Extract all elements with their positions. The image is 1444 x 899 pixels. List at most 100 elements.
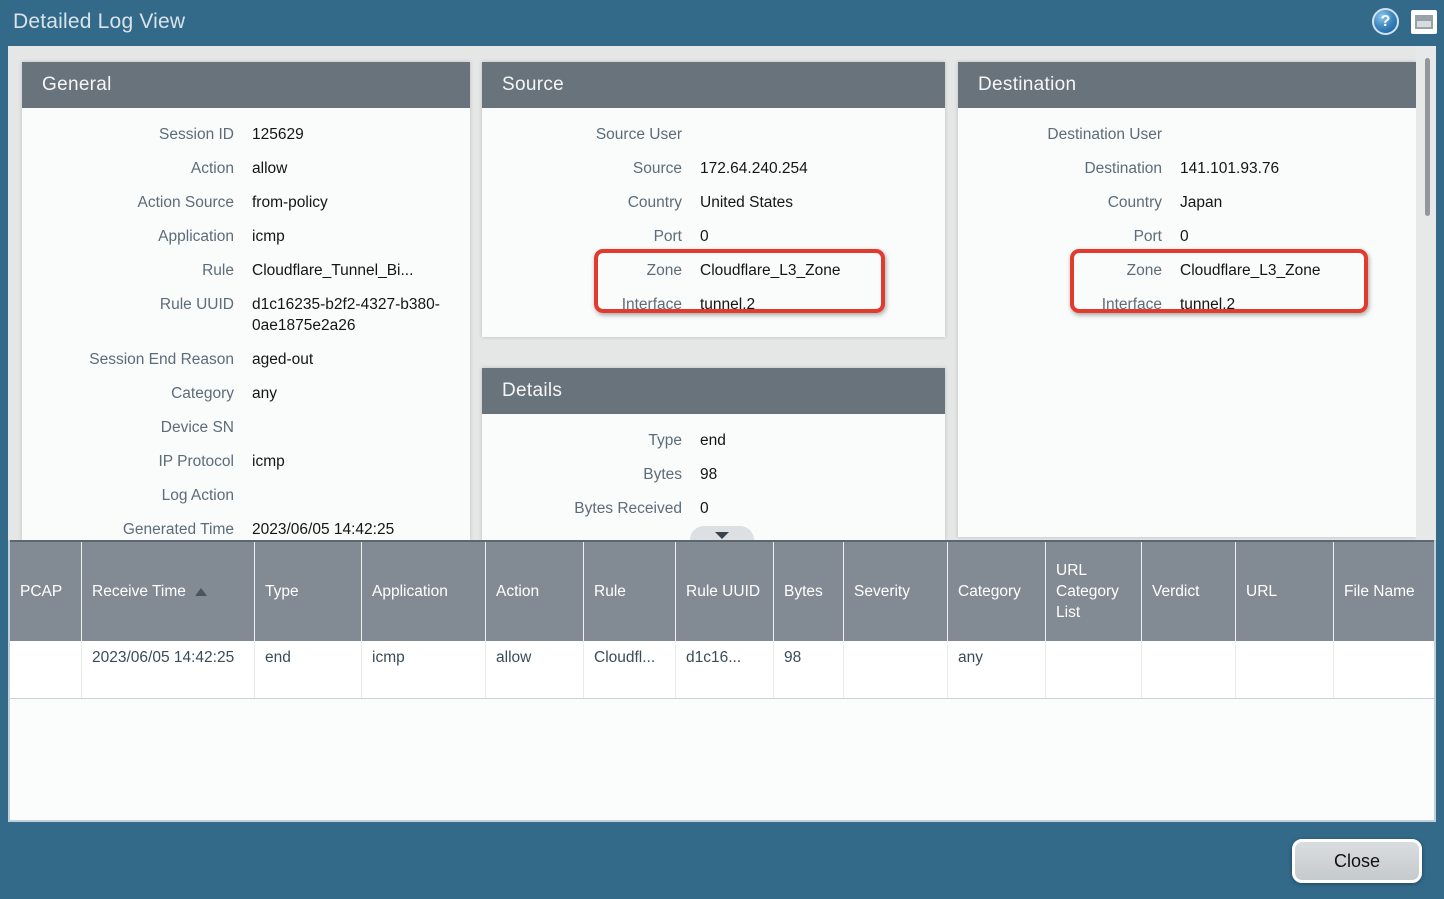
field-label: Action: [22, 158, 234, 179]
column-header-category[interactable]: Category: [948, 542, 1046, 641]
column-header-action[interactable]: Action: [486, 542, 584, 641]
dialog-title: Detailed Log View: [13, 10, 185, 34]
column-header-type[interactable]: Type: [255, 542, 362, 641]
column-header-rule-uuid[interactable]: Rule UUID: [676, 542, 774, 641]
column-header-rule[interactable]: Rule: [584, 542, 676, 641]
field-label: Category: [22, 383, 234, 404]
field-label: Interface: [958, 294, 1162, 315]
field-value: icmp: [252, 226, 454, 247]
details-panel-header: Details: [482, 368, 945, 414]
column-header-verdict[interactable]: Verdict: [1142, 542, 1236, 641]
column-header-application[interactable]: Application: [362, 542, 486, 641]
column-header-url[interactable]: URL: [1236, 542, 1334, 641]
field-value: tunnel.2: [700, 294, 929, 315]
column-header-pcap[interactable]: PCAP: [10, 542, 82, 641]
field-row-generated-time: Generated Time 2023/06/05 14:42:25: [22, 519, 454, 540]
field-value: icmp: [252, 451, 454, 472]
field-value: end: [700, 430, 929, 451]
field-value: Cloudflare_L3_Zone: [1180, 260, 1400, 281]
chevron-down-icon: [715, 532, 729, 539]
column-header-label: Action: [496, 581, 539, 602]
destination-panel-header: Destination: [958, 62, 1416, 108]
field-row-country: CountryUnited States: [482, 192, 929, 213]
source-panel: Source Source UserSource172.64.240.254Co…: [482, 62, 945, 337]
field-row-rule-uuid: Rule UUIDd1c16235-b2f2-4327-b380-0ae1875…: [22, 294, 454, 336]
field-row-device-sn: Device SN: [22, 417, 454, 438]
close-button[interactable]: Close: [1292, 839, 1422, 883]
column-header-bytes[interactable]: Bytes: [774, 542, 844, 641]
table-cell-file-name: [1334, 641, 1436, 698]
field-value: 0: [700, 498, 929, 519]
general-panel-header: General: [22, 62, 470, 108]
field-label: Bytes: [482, 464, 682, 485]
field-label: Type: [482, 430, 682, 451]
field-label: Port: [958, 226, 1162, 247]
field-row-bytes-received: Bytes Received 0: [482, 498, 929, 519]
sort-ascending-icon: [195, 588, 207, 596]
field-row-application: Applicationicmp: [22, 226, 454, 247]
field-label: Port: [482, 226, 682, 247]
field-row-action-source: Action Source from-policy: [22, 192, 454, 213]
restore-window-icon[interactable]: [1411, 10, 1437, 34]
field-label: Source: [482, 158, 682, 179]
field-value: allow: [252, 158, 454, 179]
column-header-label: Bytes: [784, 581, 823, 602]
field-label: Destination User: [958, 124, 1162, 145]
field-value: 141.101.93.76: [1180, 158, 1400, 179]
table-cell-url: [1236, 641, 1334, 698]
panel-collapse-handle[interactable]: [690, 526, 754, 541]
field-value: 0: [700, 226, 929, 247]
field-row-category: Categoryany: [22, 383, 454, 404]
field-label: Country: [958, 192, 1162, 213]
column-header-receive-time[interactable]: Receive Time: [82, 542, 255, 641]
general-panel-body: Session ID 125629 Action allow Action Source…: [22, 108, 470, 540]
field-row-country: Country Japan: [958, 192, 1400, 213]
highlighted-fields-group: ZoneCloudflare_L3_ZoneInterfacetunnel.2: [482, 260, 929, 315]
field-value: [1180, 124, 1400, 145]
field-label: Session End Reason: [22, 349, 234, 370]
field-label: Session ID: [22, 124, 234, 145]
source-panel-header: Source: [482, 62, 945, 108]
scrollbar-thumb[interactable]: [1425, 58, 1430, 216]
column-header-severity[interactable]: Severity: [844, 542, 948, 641]
field-row-source: Source172.64.240.254: [482, 158, 929, 179]
field-row-zone: ZoneCloudflare_L3_Zone: [958, 260, 1400, 281]
field-label: Country: [482, 192, 682, 213]
field-value: 0: [1180, 226, 1400, 247]
column-header-label: Rule UUID: [686, 581, 760, 602]
field-row-log-action: Log Action: [22, 485, 454, 506]
field-row-session-id: Session ID 125629: [22, 124, 454, 145]
column-header-url-category-list[interactable]: URL Category List: [1046, 542, 1142, 641]
field-value: 2023/06/05 14:42:25: [252, 519, 454, 540]
field-value: Cloudflare_Tunnel_Bi...: [252, 260, 454, 281]
help-icon[interactable]: ?: [1372, 8, 1399, 35]
field-label: Log Action: [22, 485, 234, 506]
destination-panel: Destination Destination UserDestination1…: [958, 62, 1416, 537]
column-header-label: Severity: [854, 581, 910, 602]
field-label: Bytes Received: [482, 498, 682, 519]
field-row-port: Port 0: [482, 226, 929, 247]
vertical-scrollbar[interactable]: [1416, 46, 1436, 540]
table-row[interactable]: 2023/06/05 14:42:25endicmpallowCloudfl..…: [10, 641, 1434, 699]
field-value: aged-out: [252, 349, 454, 370]
field-row-zone: ZoneCloudflare_L3_Zone: [482, 260, 929, 281]
table-cell-pcap: [10, 641, 82, 698]
field-row-interface: Interface tunnel.2: [958, 294, 1400, 315]
column-header-label: File Name: [1344, 581, 1415, 602]
field-label: Action Source: [22, 192, 234, 213]
field-value: Japan: [1180, 192, 1400, 213]
column-header-label: PCAP: [20, 581, 62, 602]
field-value: 125629: [252, 124, 454, 145]
column-header-file-name[interactable]: File Name: [1334, 542, 1436, 641]
log-table-header: PCAP Receive TimeTypeApplication Action Rul…: [10, 540, 1434, 641]
log-detail-area: General Session ID 125629 Action allow Actio…: [8, 46, 1436, 540]
field-value: tunnel.2: [1180, 294, 1400, 315]
field-value: [700, 124, 929, 145]
field-value: Cloudflare_L3_Zone: [700, 260, 929, 281]
field-label: Generated Time: [22, 519, 234, 540]
titlebar-actions: ?: [1372, 8, 1437, 35]
source-panel-body: Source UserSource172.64.240.254CountryUn…: [482, 108, 945, 337]
general-panel: General Session ID 125629 Action allow Actio…: [22, 62, 470, 540]
field-value: from-policy: [252, 192, 454, 213]
field-label: IP Protocol: [22, 451, 234, 472]
